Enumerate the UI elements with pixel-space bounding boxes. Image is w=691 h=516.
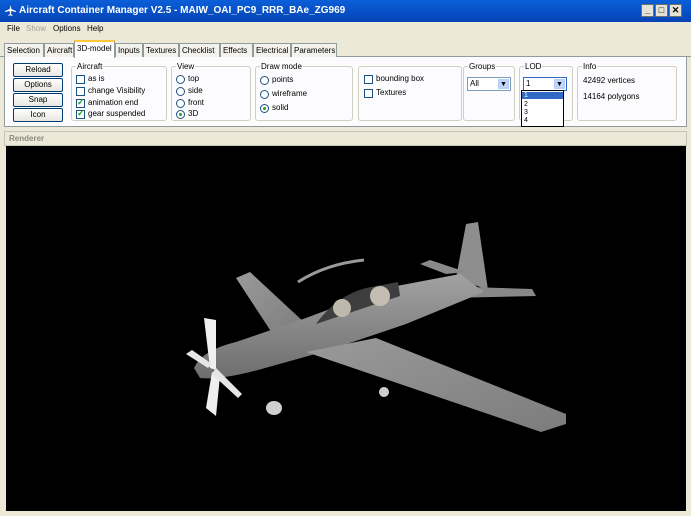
view-3d-radio[interactable] xyxy=(176,110,185,119)
tab-inputs[interactable]: Inputs xyxy=(115,43,143,57)
menu-help[interactable]: Help xyxy=(87,24,103,33)
view-front-radio[interactable] xyxy=(176,99,185,108)
as-is-checkbox[interactable] xyxy=(76,75,85,84)
lod-select-value: 1 xyxy=(526,79,531,88)
as-is-label: as is xyxy=(88,74,105,83)
lod-option[interactable]: 3 xyxy=(524,109,528,116)
canopy-frame xyxy=(297,258,365,284)
aircraft-group: Aircraft as is change Visibility animati… xyxy=(71,62,167,121)
tab-textures[interactable]: Textures xyxy=(143,43,179,57)
icon-button[interactable]: Icon xyxy=(13,108,63,122)
draw-mode-group-label: Draw mode xyxy=(260,62,303,71)
reload-button[interactable]: Reload xyxy=(13,63,63,77)
draw-wireframe-label: wireframe xyxy=(272,89,308,98)
lod-label: LOD xyxy=(524,62,543,71)
tab-3d-model[interactable]: 3D-model xyxy=(74,40,115,58)
bounding-box-label: bounding box xyxy=(376,74,425,83)
lod-option[interactable]: 4 xyxy=(524,117,528,124)
tab-aircraft[interactable]: Aircraft xyxy=(44,43,74,57)
view-front-label: front xyxy=(188,98,205,107)
groups-select[interactable]: All ▼ xyxy=(467,77,511,91)
pilot-front xyxy=(333,299,351,317)
view-group-label: View xyxy=(176,62,196,71)
lod-select[interactable]: 1 ▼ xyxy=(523,77,567,91)
airplane-app-icon xyxy=(5,5,16,16)
menu-options[interactable]: Options xyxy=(53,24,81,33)
tab-effects[interactable]: Effects xyxy=(220,43,253,57)
nose-gear xyxy=(266,401,282,415)
pilot-rear xyxy=(370,286,390,306)
textures-checkbox[interactable] xyxy=(364,89,373,98)
tab-checklist[interactable]: Checklist xyxy=(179,43,220,57)
draw-wireframe-radio[interactable] xyxy=(260,90,269,99)
draw-mode-group: Draw mode points wireframe solid xyxy=(255,62,353,121)
view-3d-label: 3D xyxy=(188,109,199,118)
change-visibility-checkbox[interactable] xyxy=(76,87,85,96)
close-button[interactable]: ✕ xyxy=(669,4,682,17)
draw-solid-label: solid xyxy=(272,103,289,112)
view-side-label: side xyxy=(188,86,203,95)
bounding-box-checkbox[interactable] xyxy=(364,75,373,84)
gear-suspended-checkbox[interactable] xyxy=(76,108,85,119)
renderer-header: Renderer xyxy=(4,131,687,146)
info-label: Info xyxy=(582,62,598,71)
tab-electrical[interactable]: Electrical xyxy=(253,43,291,57)
menu-file[interactable]: File xyxy=(7,24,20,33)
view-top-label: top xyxy=(188,74,200,83)
view-group: View top side front 3D xyxy=(171,62,251,121)
chevron-down-icon[interactable]: ▼ xyxy=(498,79,509,89)
right-wing xyxy=(306,338,566,432)
options-button[interactable]: Options xyxy=(13,78,63,92)
lod-option[interactable]: 1 xyxy=(522,92,563,99)
aircraft-group-label: Aircraft xyxy=(76,62,104,71)
renderer-viewport[interactable] xyxy=(6,146,686,511)
textures-label: Textures xyxy=(376,88,407,97)
vertex-count: 42492 vertices xyxy=(583,76,636,85)
chevron-down-icon[interactable]: ▼ xyxy=(554,79,565,89)
groups-label: Groups xyxy=(468,62,497,71)
change-visibility-label: change Visibility xyxy=(88,86,146,95)
options-panel: Reload Options Snap Icon Aircraft as is … xyxy=(4,57,687,127)
view-top-radio[interactable] xyxy=(176,75,185,84)
gear-suspended-label: gear suspended xyxy=(88,109,146,118)
tab-strip: Selection Aircraft 3D-model Inputs Textu… xyxy=(0,40,691,58)
tab-parameters[interactable]: Parameters xyxy=(291,43,337,57)
title-bar: Aircraft Container Manager V2.5 - MAIW_O… xyxy=(0,0,691,22)
animation-end-checkbox[interactable] xyxy=(76,97,85,108)
animation-end-label: animation end xyxy=(88,98,139,107)
draw-solid-radio[interactable] xyxy=(260,104,269,113)
renderer-label: Renderer xyxy=(9,134,45,143)
tab-selection[interactable]: Selection xyxy=(4,43,44,57)
menu-show[interactable]: Show xyxy=(26,24,46,33)
menu-bar: File Show Options Help xyxy=(0,22,691,38)
polygon-count: 14164 polygons xyxy=(583,92,640,101)
draw-points-radio[interactable] xyxy=(260,76,269,85)
lod-dropdown-list[interactable]: 1 2 3 4 xyxy=(521,90,564,127)
window-title: Aircraft Container Manager V2.5 - MAIW_O… xyxy=(19,5,346,16)
main-gear xyxy=(379,387,389,397)
lod-option[interactable]: 2 xyxy=(524,101,528,108)
draw-points-label: points xyxy=(272,75,294,84)
groups-group: Groups All ▼ xyxy=(463,62,515,121)
aircraft-model-render xyxy=(186,222,566,432)
info-group: Info 42492 vertices 14164 polygons xyxy=(577,62,677,121)
snap-button[interactable]: Snap xyxy=(13,93,63,107)
maximize-button[interactable]: □ xyxy=(655,4,668,17)
minimize-button[interactable]: _ xyxy=(641,4,654,17)
view-side-radio[interactable] xyxy=(176,87,185,96)
groups-select-value: All xyxy=(470,79,479,88)
extras-group: bounding box Textures xyxy=(358,66,462,121)
